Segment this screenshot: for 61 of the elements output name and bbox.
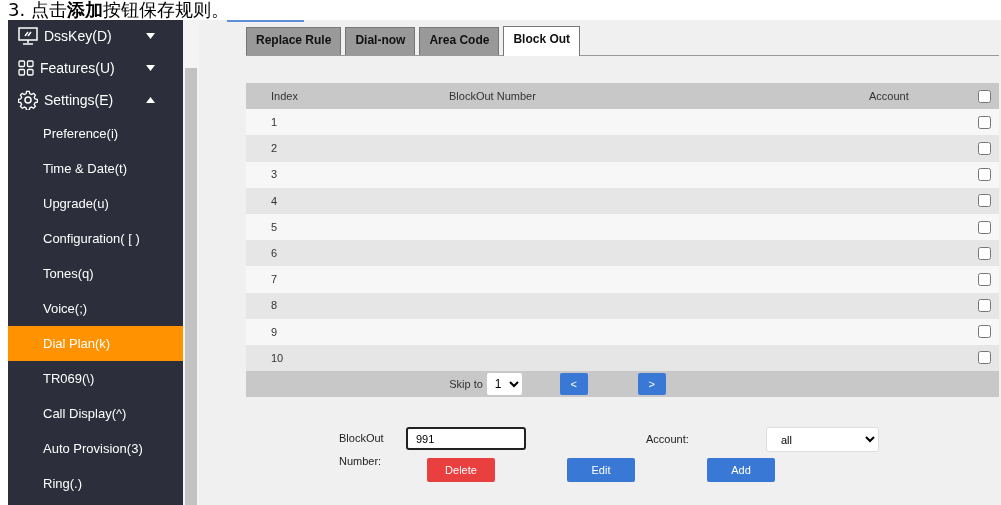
checkbox[interactable] — [977, 89, 991, 103]
sidebar-subitem[interactable]: Upgrade(u) — [8, 186, 183, 221]
table-cell-text: 4 — [270, 193, 279, 209]
sidebar-item[interactable]: Settings(E) — [8, 84, 183, 116]
table-cell-text: 8 — [270, 298, 279, 314]
sidebar-subitem[interactable]: Voice(;) — [8, 291, 183, 326]
column-header: Account — [868, 88, 910, 104]
prev-page-button[interactable]: < — [559, 373, 588, 396]
sidebar-subitem[interactable]: Preference(i) — [8, 116, 183, 151]
table-cell-text: 9 — [270, 324, 279, 340]
table-cell-text: 3 — [270, 167, 279, 183]
sidebar-subitem[interactable]: TR069(\) — [8, 361, 183, 396]
form-button[interactable]: Edit — [567, 458, 635, 483]
sidebar-subitem[interactable]: Call Display(^) — [8, 396, 183, 431]
table-cell-text: 2 — [270, 141, 279, 157]
table-cell-text: 5 — [270, 219, 279, 235]
checkbox[interactable] — [977, 272, 991, 286]
sidebar-item-label: DssKey(D) — [44, 26, 113, 46]
gear-icon — [18, 90, 38, 110]
monitor-icon — [18, 27, 38, 45]
field-label: BlockOut Number: — [338, 431, 385, 470]
column-header: BlockOut Number — [448, 88, 537, 104]
tab[interactable]: Dial-now — [345, 27, 416, 55]
page-select[interactable]: 1 — [486, 373, 522, 396]
table-cell-text: 1 — [270, 115, 279, 131]
tab[interactable]: Replace Rule — [246, 27, 342, 55]
sidebar-subitem[interactable]: Auto Provision(3) — [8, 431, 183, 466]
next-page-button[interactable]: > — [637, 373, 666, 396]
account-select[interactable]: all — [766, 427, 879, 453]
form-button[interactable]: Add — [707, 458, 775, 483]
checkbox[interactable] — [977, 220, 991, 234]
checkbox[interactable] — [977, 246, 991, 260]
table-cell-text: 10 — [270, 350, 285, 366]
checkbox[interactable] — [977, 168, 991, 182]
scrollbar-thumb[interactable] — [185, 68, 197, 505]
form-button[interactable]: Delete — [427, 458, 495, 483]
number-input-field[interactable]: 991 — [406, 427, 526, 451]
column-header: Index — [270, 88, 299, 104]
field-label: Account: — [646, 432, 690, 448]
sidebar-item-label: Features(U) — [40, 58, 116, 78]
checkbox[interactable] — [977, 325, 991, 339]
checkbox[interactable] — [977, 141, 991, 155]
skip-label: Skip to — [449, 376, 483, 392]
checkbox[interactable] — [977, 351, 991, 365]
instruction-text: 3. 点击添加按钮保存规则。 — [7, 0, 230, 20]
checkbox[interactable] — [977, 299, 991, 313]
checkbox[interactable] — [977, 115, 991, 129]
table-cell-text: 7 — [270, 272, 279, 288]
tab[interactable]: Area Code — [419, 27, 500, 55]
checkbox[interactable] — [977, 194, 991, 208]
tab[interactable]: Block Out — [503, 26, 581, 56]
sidebar-item[interactable]: DssKey(D) — [8, 20, 183, 52]
table-cell-text: 6 — [270, 245, 279, 261]
grid-icon — [18, 60, 34, 76]
sidebar-subitem[interactable]: Tones(q) — [8, 256, 183, 291]
sidebar-subitem[interactable]: Time & Date(t) — [8, 151, 183, 186]
sidebar-item-label: Settings(E) — [44, 90, 115, 110]
sidebar-subitem[interactable]: Ring(.) — [8, 466, 183, 501]
sidebar-subitem[interactable]: Configuration( [ ) — [8, 221, 183, 256]
scrollbar[interactable] — [183, 20, 199, 505]
sidebar-item[interactable]: Features(U) — [8, 52, 183, 84]
